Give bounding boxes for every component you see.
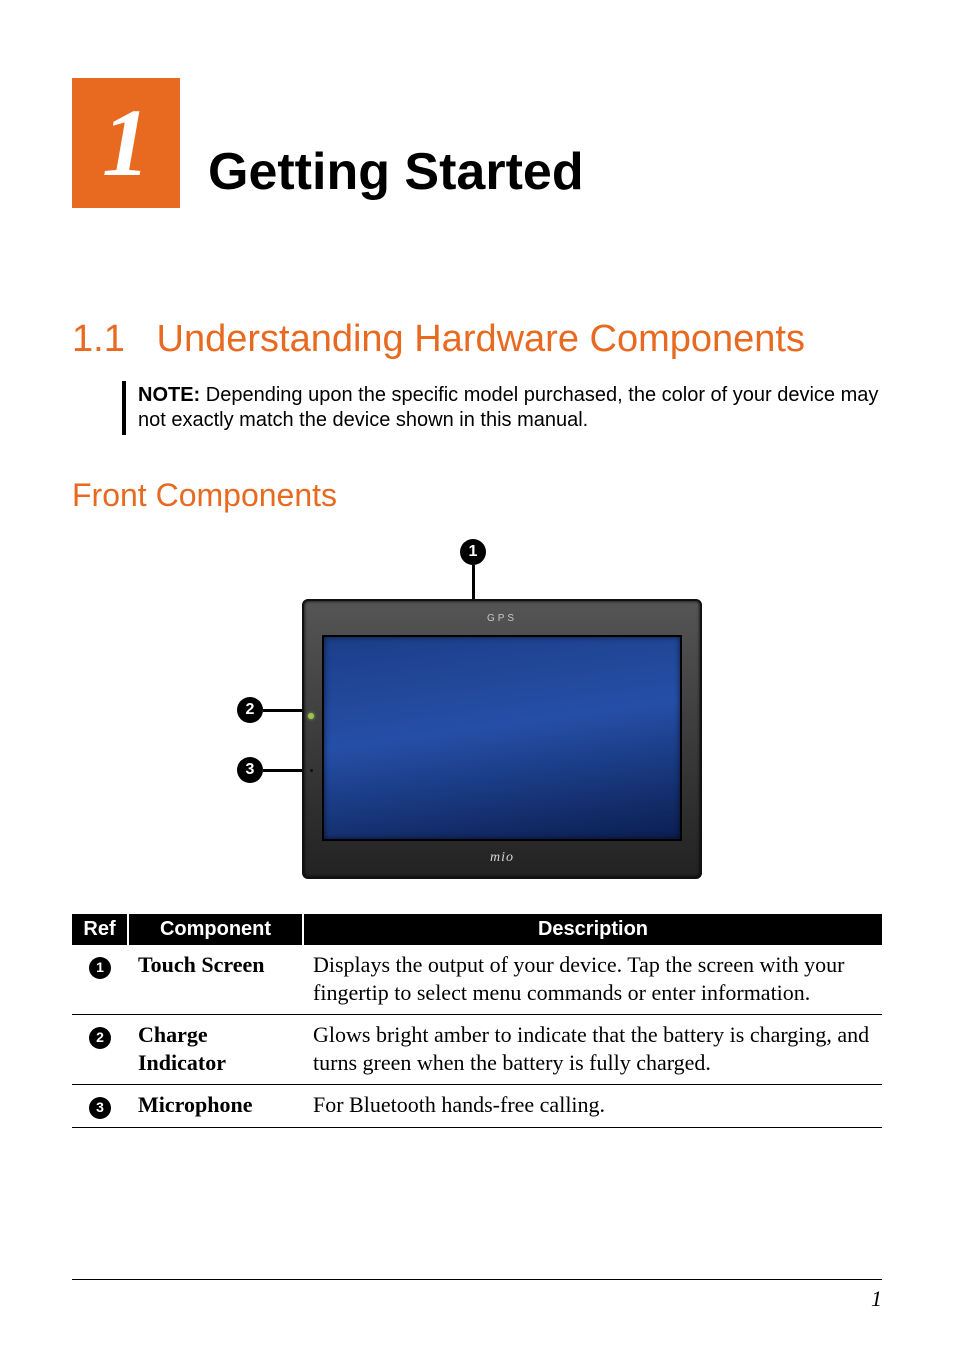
component-name: Touch Screen <box>128 945 303 1015</box>
callout-1-number: 1 <box>460 539 486 565</box>
component-description: For Bluetooth hands-free calling. <box>303 1085 882 1128</box>
ref-badge: 1 <box>89 957 111 979</box>
note-block: NOTE: Depending upon the specific model … <box>122 381 882 435</box>
mio-logo: mio <box>490 850 514 866</box>
table-header-row: Ref Component Description <box>72 914 882 945</box>
device-bottom-bezel: mio <box>304 841 700 875</box>
chapter-title: Getting Started <box>208 142 584 208</box>
note-text: Depending upon the specific model purcha… <box>138 384 878 431</box>
chapter-number-box: 1 <box>72 78 180 208</box>
gps-label: GPS <box>487 613 517 624</box>
section-number: 1.1 <box>72 318 125 360</box>
callout-3-number: 3 <box>237 757 263 783</box>
callout-2-number: 2 <box>237 697 263 723</box>
components-table: Ref Component Description 1 Touch Screen… <box>72 914 882 1128</box>
section-heading: 1.1 Understanding Hardware Components <box>72 318 882 361</box>
microphone-hole-icon <box>310 769 313 772</box>
page-footer: 1 <box>72 1279 882 1312</box>
table-row: 1 Touch Screen Displays the output of yo… <box>72 945 882 1015</box>
header-description: Description <box>303 914 882 945</box>
header-ref: Ref <box>72 914 128 945</box>
component-name: Microphone <box>128 1085 303 1128</box>
table-row: 2 Charge Indicator Glows bright amber to… <box>72 1015 882 1085</box>
chapter-heading: 1 Getting Started <box>72 78 882 208</box>
ref-badge: 2 <box>89 1027 111 1049</box>
device-diagram: 1 2 3 GPS mio <box>207 539 747 879</box>
component-description: Displays the output of your device. Tap … <box>303 945 882 1015</box>
charge-led-icon <box>308 713 314 719</box>
component-description: Glows bright amber to indicate that the … <box>303 1015 882 1085</box>
header-component: Component <box>128 914 303 945</box>
device-screen <box>322 635 682 841</box>
page-number: 1 <box>871 1286 882 1311</box>
sub-heading-front-components: Front Components <box>72 477 882 514</box>
device-top-bezel: GPS <box>304 601 700 635</box>
note-label: NOTE: <box>138 384 200 406</box>
chapter-number: 1 <box>102 95 150 191</box>
component-name: Charge Indicator <box>128 1015 303 1085</box>
ref-badge: 3 <box>89 1097 111 1119</box>
section-title: Understanding Hardware Components <box>157 318 805 360</box>
device-illustration: GPS mio <box>302 599 702 879</box>
table-row: 3 Microphone For Bluetooth hands-free ca… <box>72 1085 882 1128</box>
